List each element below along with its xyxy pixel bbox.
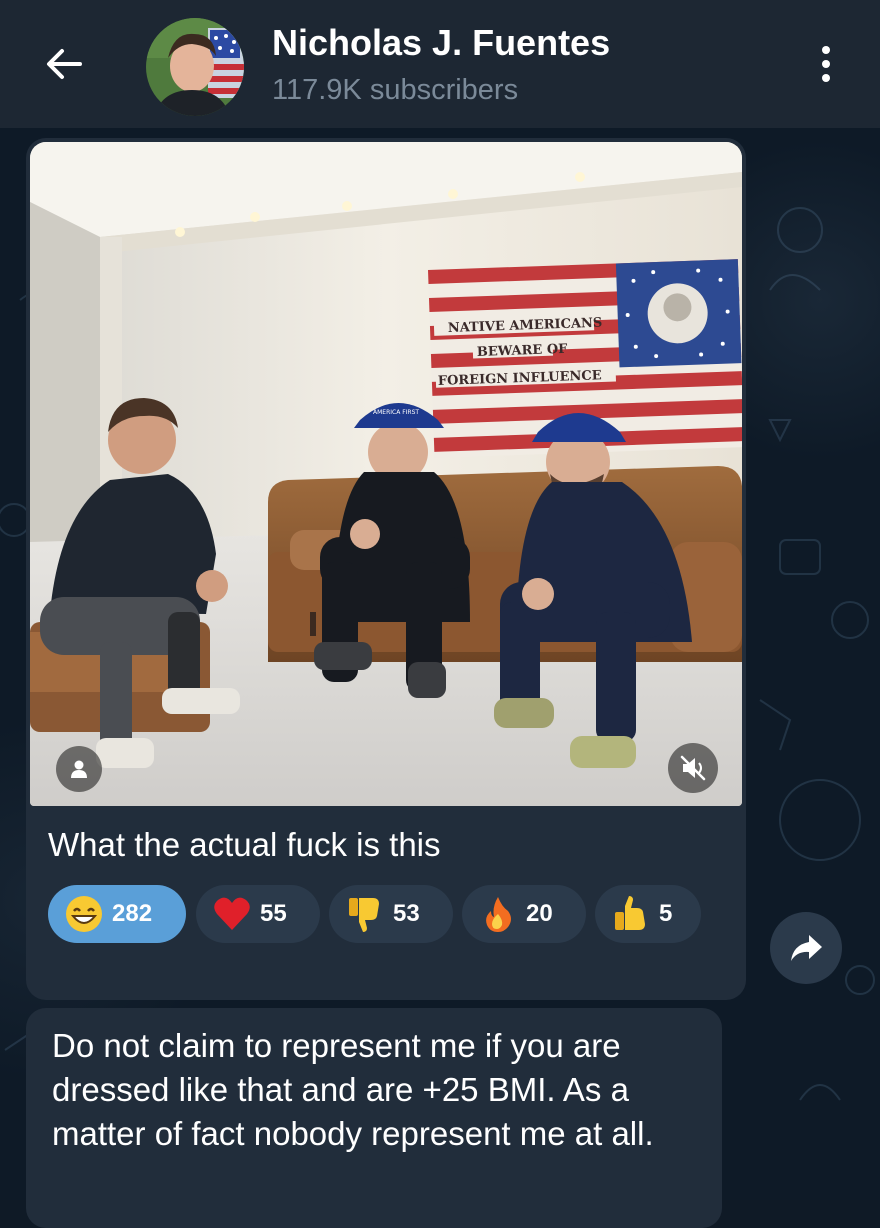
- mute-toggle-button[interactable]: [668, 743, 718, 793]
- reaction-grinning[interactable]: 282: [48, 885, 186, 943]
- channel-title[interactable]: Nicholas J. Fuentes: [272, 22, 610, 64]
- person-tag-button[interactable]: [56, 746, 102, 792]
- red-heart-icon: [210, 892, 254, 936]
- grinning-face-icon: [62, 892, 106, 936]
- message-text: What the actual fuck is this: [48, 826, 441, 863]
- speaker-muted-icon: [680, 755, 706, 781]
- person-icon: [71, 760, 87, 778]
- reaction-thumbs-down[interactable]: 53: [329, 885, 453, 943]
- chat-header: Nicholas J. Fuentes 117.9K subscribers: [0, 0, 880, 128]
- reaction-fire[interactable]: 20: [462, 885, 586, 943]
- thumbs-down-icon: [343, 892, 387, 936]
- reaction-heart[interactable]: 55: [196, 885, 320, 943]
- channel-avatar[interactable]: [146, 18, 244, 116]
- cap-text: AMERICA FIRST: [373, 409, 419, 416]
- reaction-count: 53: [393, 900, 420, 927]
- share-arrow-icon: [791, 935, 822, 961]
- more-vertical-icon: [822, 46, 830, 54]
- flag-text-line-2: BEWARE OF: [477, 342, 569, 360]
- fire-icon: [476, 892, 520, 936]
- forward-button[interactable]: [770, 912, 842, 984]
- message-text: Do not claim to represent me if you are …: [52, 1027, 654, 1152]
- reaction-thumbs-up[interactable]: 5: [595, 885, 701, 943]
- message-photo[interactable]: NATIVE AMERICANS BEWARE OF FOREIGN INFLU…: [30, 142, 742, 806]
- reaction-count: 20: [526, 900, 553, 927]
- more-menu-button[interactable]: [806, 40, 846, 88]
- reaction-count: 55: [260, 900, 287, 927]
- subscriber-count: 117.9K subscribers: [272, 74, 519, 106]
- reaction-count: 282: [112, 900, 153, 927]
- reaction-count: 5: [659, 900, 673, 927]
- back-button[interactable]: [40, 40, 88, 88]
- thumbs-up-icon: [609, 892, 653, 936]
- arrow-left-icon: [47, 49, 82, 79]
